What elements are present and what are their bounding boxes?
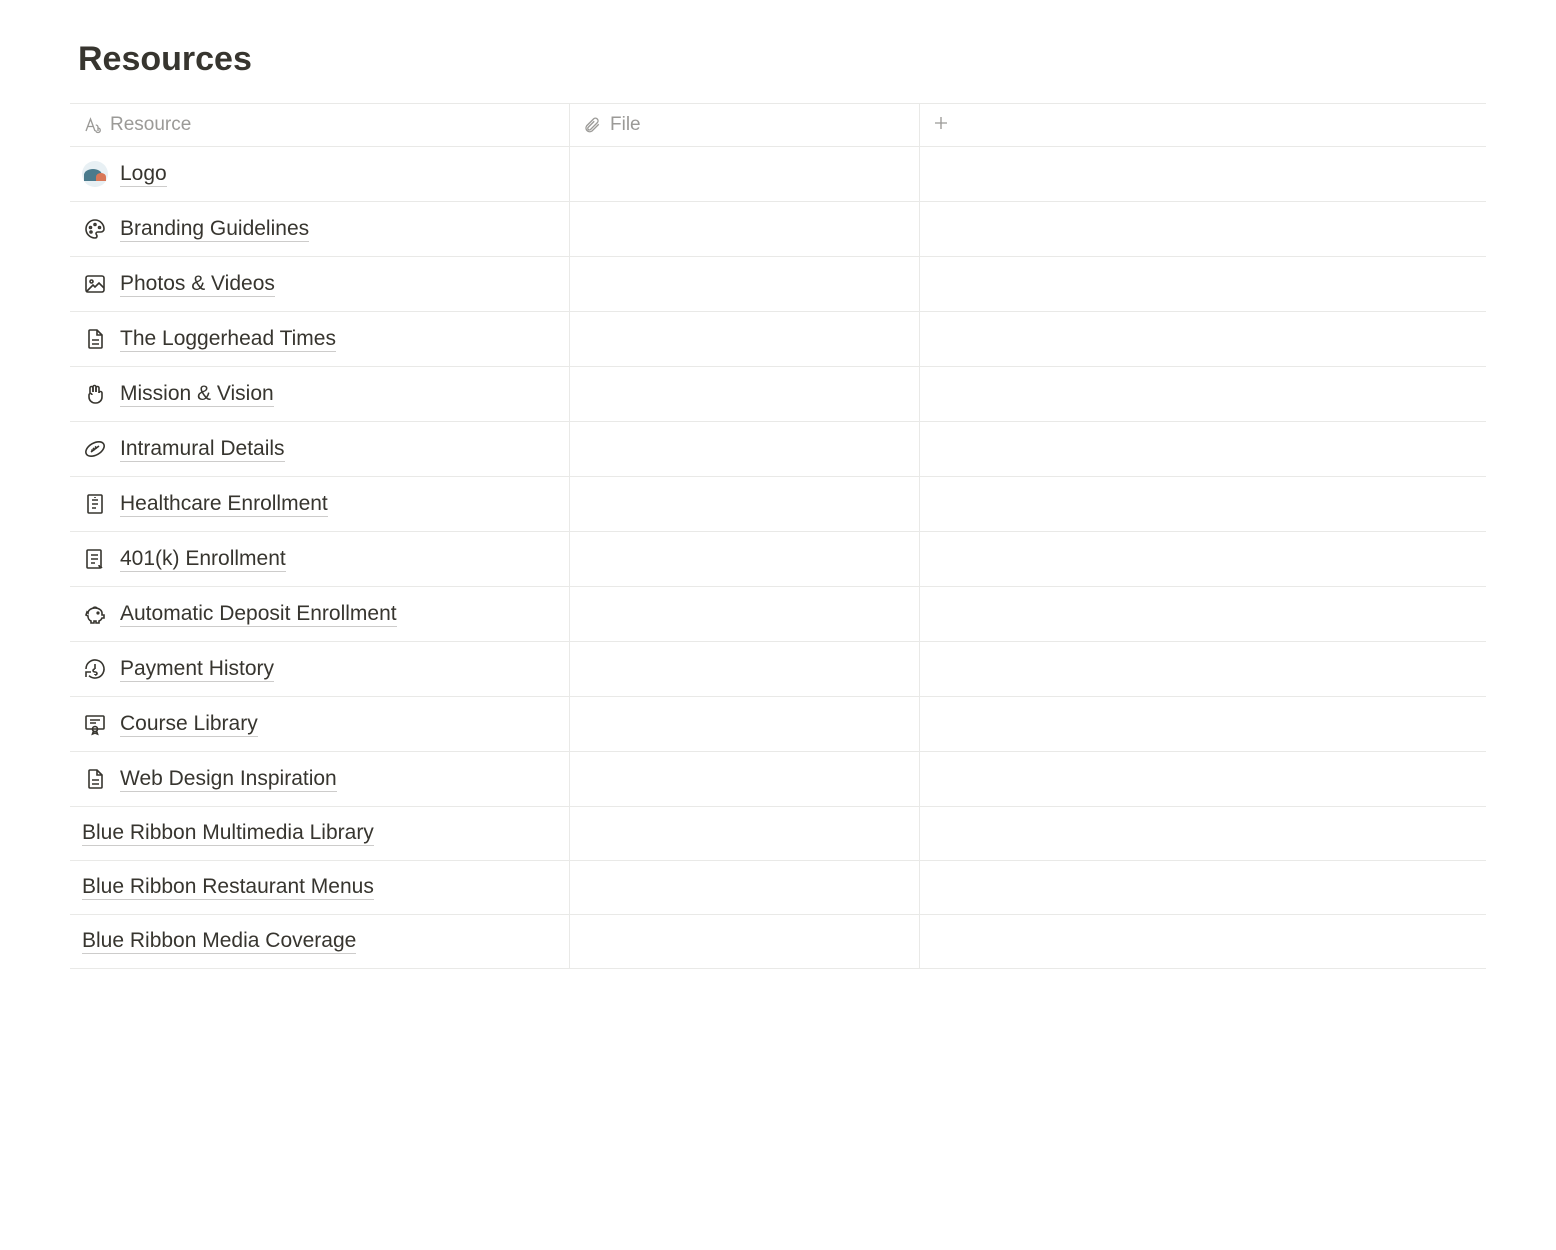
table-row[interactable]: Blue Ribbon Media Coverage bbox=[70, 915, 1486, 969]
file-cell[interactable] bbox=[570, 915, 920, 968]
history-icon bbox=[82, 656, 108, 682]
column-header-label: Resource bbox=[110, 114, 191, 136]
peace-icon bbox=[82, 381, 108, 407]
table-row[interactable]: Automatic Deposit Enrollment bbox=[70, 587, 1486, 642]
empty-cell bbox=[920, 697, 1486, 751]
empty-cell bbox=[920, 532, 1486, 586]
file-cell[interactable] bbox=[570, 257, 920, 311]
row-title: Branding Guidelines bbox=[120, 217, 309, 242]
table-row[interactable]: Blue Ribbon Multimedia Library bbox=[70, 807, 1486, 861]
file-cell[interactable] bbox=[570, 147, 920, 201]
resource-cell[interactable]: The Loggerhead Times bbox=[70, 312, 570, 366]
page-icon bbox=[82, 326, 108, 352]
row-title: Blue Ribbon Multimedia Library bbox=[82, 821, 374, 846]
row-title: Mission & Vision bbox=[120, 382, 274, 407]
certificate-icon bbox=[82, 711, 108, 737]
row-title: Payment History bbox=[120, 657, 274, 682]
text-icon bbox=[82, 115, 102, 135]
empty-cell bbox=[920, 752, 1486, 806]
table-row[interactable]: Healthcare Enrollment bbox=[70, 477, 1486, 532]
table-row[interactable]: Mission & Vision bbox=[70, 367, 1486, 422]
table-row[interactable]: Blue Ribbon Restaurant Menus bbox=[70, 861, 1486, 915]
empty-cell bbox=[920, 367, 1486, 421]
row-title: Web Design Inspiration bbox=[120, 767, 337, 792]
resource-cell[interactable]: Web Design Inspiration bbox=[70, 752, 570, 806]
empty-cell bbox=[920, 147, 1486, 201]
resource-cell[interactable]: Course Library bbox=[70, 697, 570, 751]
table-row[interactable]: Photos & Videos bbox=[70, 257, 1486, 312]
logo-icon bbox=[82, 161, 108, 187]
add-column-button[interactable] bbox=[920, 104, 1486, 146]
resource-cell[interactable]: Branding Guidelines bbox=[70, 202, 570, 256]
piggy-icon bbox=[82, 601, 108, 627]
row-title: Blue Ribbon Media Coverage bbox=[82, 929, 356, 954]
resource-cell[interactable]: Healthcare Enrollment bbox=[70, 477, 570, 531]
resource-cell[interactable]: Blue Ribbon Media Coverage bbox=[70, 915, 570, 968]
file-cell[interactable] bbox=[570, 477, 920, 531]
table-row[interactable]: 401(k) Enrollment bbox=[70, 532, 1486, 587]
table-row[interactable]: The Loggerhead Times bbox=[70, 312, 1486, 367]
empty-cell bbox=[920, 422, 1486, 476]
empty-cell bbox=[920, 587, 1486, 641]
file-cell[interactable] bbox=[570, 807, 920, 860]
empty-cell bbox=[920, 861, 1486, 914]
table-header-row: Resource File bbox=[70, 103, 1486, 147]
row-title: 401(k) Enrollment bbox=[120, 547, 286, 572]
empty-cell bbox=[920, 642, 1486, 696]
file-cell[interactable] bbox=[570, 312, 920, 366]
file-cell[interactable] bbox=[570, 422, 920, 476]
file-cell[interactable] bbox=[570, 202, 920, 256]
column-header-resource[interactable]: Resource bbox=[70, 104, 570, 146]
row-title: The Loggerhead Times bbox=[120, 327, 336, 352]
football-icon bbox=[82, 436, 108, 462]
table-row[interactable]: Branding Guidelines bbox=[70, 202, 1486, 257]
column-header-label: File bbox=[610, 114, 641, 136]
file-cell[interactable] bbox=[570, 642, 920, 696]
resource-cell[interactable]: Logo bbox=[70, 147, 570, 201]
table-row[interactable]: Logo bbox=[70, 147, 1486, 202]
row-title: Logo bbox=[120, 162, 167, 187]
plus-icon bbox=[932, 114, 950, 136]
row-title: Automatic Deposit Enrollment bbox=[120, 602, 397, 627]
image-icon bbox=[82, 271, 108, 297]
row-title: Course Library bbox=[120, 712, 258, 737]
empty-cell bbox=[920, 202, 1486, 256]
attachment-icon bbox=[582, 115, 602, 135]
row-title: Photos & Videos bbox=[120, 272, 275, 297]
empty-cell bbox=[920, 477, 1486, 531]
row-title: Intramural Details bbox=[120, 437, 285, 462]
resource-cell[interactable]: Automatic Deposit Enrollment bbox=[70, 587, 570, 641]
empty-cell bbox=[920, 915, 1486, 968]
table-row[interactable]: Web Design Inspiration bbox=[70, 752, 1486, 807]
file-cell[interactable] bbox=[570, 587, 920, 641]
palette-icon bbox=[82, 216, 108, 242]
table-row[interactable]: Intramural Details bbox=[70, 422, 1486, 477]
file-cell[interactable] bbox=[570, 752, 920, 806]
resource-cell[interactable]: Intramural Details bbox=[70, 422, 570, 476]
resource-cell[interactable]: Payment History bbox=[70, 642, 570, 696]
empty-cell bbox=[920, 257, 1486, 311]
page-title: Resources bbox=[70, 40, 1486, 79]
row-title: Blue Ribbon Restaurant Menus bbox=[82, 875, 374, 900]
file-cell[interactable] bbox=[570, 367, 920, 421]
empty-cell bbox=[920, 312, 1486, 366]
file-cell[interactable] bbox=[570, 532, 920, 586]
table-row[interactable]: Payment History bbox=[70, 642, 1486, 697]
table-row[interactable]: Course Library bbox=[70, 697, 1486, 752]
page-icon bbox=[82, 766, 108, 792]
file-cell[interactable] bbox=[570, 861, 920, 914]
resource-cell[interactable]: Mission & Vision bbox=[70, 367, 570, 421]
document-icon bbox=[82, 546, 108, 572]
receipt-icon bbox=[82, 491, 108, 517]
resource-cell[interactable]: Blue Ribbon Restaurant Menus bbox=[70, 861, 570, 914]
file-cell[interactable] bbox=[570, 697, 920, 751]
resource-cell[interactable]: 401(k) Enrollment bbox=[70, 532, 570, 586]
resources-table: Resource File Logo Branding Guidelines Pho… bbox=[70, 103, 1486, 969]
resource-cell[interactable]: Blue Ribbon Multimedia Library bbox=[70, 807, 570, 860]
empty-cell bbox=[920, 807, 1486, 860]
resource-cell[interactable]: Photos & Videos bbox=[70, 257, 570, 311]
row-title: Healthcare Enrollment bbox=[120, 492, 328, 517]
column-header-file[interactable]: File bbox=[570, 104, 920, 146]
